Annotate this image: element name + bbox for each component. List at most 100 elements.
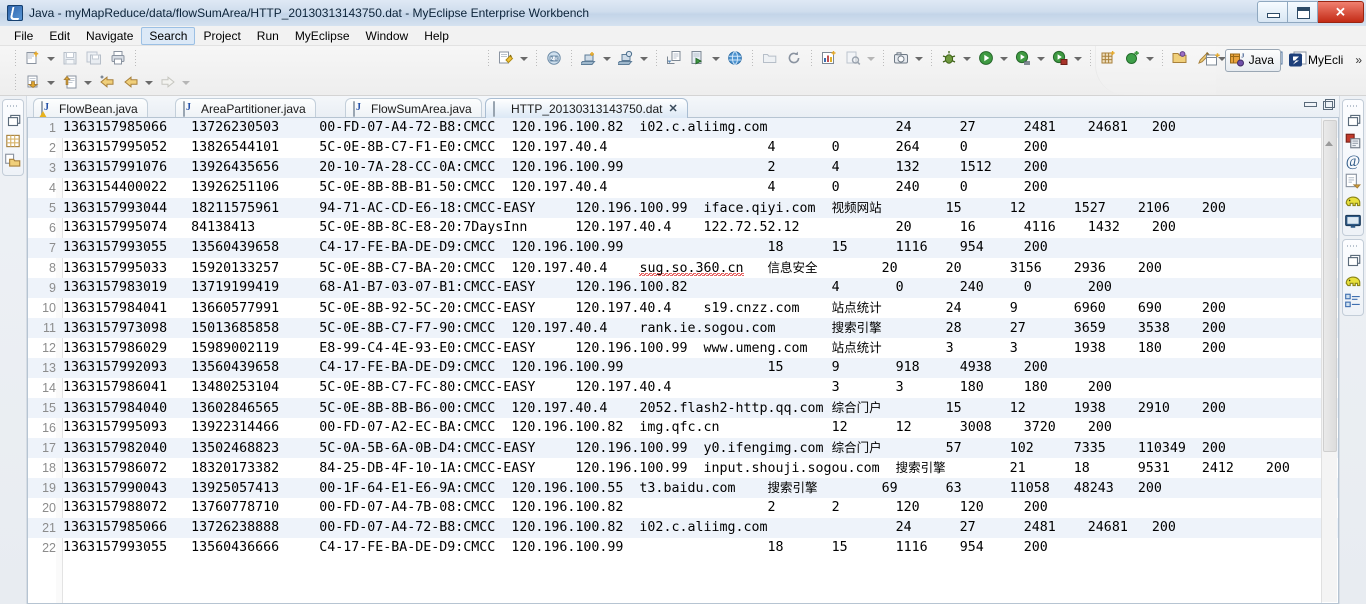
- export-run-button[interactable]: [687, 48, 709, 69]
- run-external-button[interactable]: [1049, 48, 1071, 69]
- menu-run[interactable]: Run: [249, 27, 287, 45]
- package-explorer-icon[interactable]: [4, 132, 22, 150]
- code-line[interactable]: 19 1363157990043 13925057413 00-1F-64-E1-…: [28, 478, 1338, 498]
- restore-button[interactable]: [1288, 1, 1318, 23]
- menu-file[interactable]: File: [6, 27, 41, 45]
- refresh-button[interactable]: [783, 48, 805, 69]
- editor-tab-flowsumarea[interactable]: FlowSumArea.java: [345, 98, 482, 118]
- deploy-dropdown-arrow[interactable]: [518, 48, 529, 69]
- debug-button[interactable]: [938, 48, 960, 69]
- manage-server-button[interactable]: [615, 48, 637, 69]
- code-line[interactable]: 21 1363157985066 13726238888 00-FD-07-A4-…: [28, 518, 1338, 538]
- new-class-button[interactable]: [1121, 48, 1143, 69]
- deploy-button[interactable]: [495, 48, 517, 69]
- open-folder-button[interactable]: [1169, 48, 1191, 69]
- manage-server-dropdown-arrow[interactable]: [638, 48, 649, 69]
- outline-icon[interactable]: [1344, 292, 1362, 310]
- view-group-grip[interactable]: [1347, 103, 1359, 110]
- editor-tab-areapartitioner[interactable]: AreaPartitioner.java: [175, 98, 316, 118]
- elephant-icon[interactable]: [1344, 272, 1362, 290]
- vertical-scrollbar[interactable]: [1321, 119, 1337, 602]
- back-dropdown-arrow[interactable]: [143, 72, 154, 93]
- close-button[interactable]: ✕: [1318, 1, 1364, 23]
- new-java-package-button[interactable]: [1097, 48, 1119, 69]
- code-line[interactable]: 9 1363157983019 13719199419 68-A1-B7-03-0…: [28, 278, 1338, 298]
- new-report-button[interactable]: [818, 48, 840, 69]
- code-line[interactable]: 20 1363157988072 13760778710 00-FD-07-A4-…: [28, 498, 1338, 518]
- run-dropdown-arrow[interactable]: [998, 48, 1009, 69]
- save-button[interactable]: [59, 48, 81, 69]
- new-server-dropdown-arrow[interactable]: [601, 48, 612, 69]
- export-project-button[interactable]: [59, 72, 81, 93]
- open-type-button[interactable]: [759, 48, 781, 69]
- code-line[interactable]: 10 1363157984041 13660577991 5C-0E-8B-92-…: [28, 298, 1338, 318]
- code-line[interactable]: 12 1363157986029 15989002119 E8-99-C4-4E-…: [28, 338, 1338, 358]
- menu-edit[interactable]: Edit: [41, 27, 78, 45]
- menu-window[interactable]: Window: [358, 27, 417, 45]
- import-project-button[interactable]: [22, 72, 44, 93]
- code-line[interactable]: 17 1363157982040 13502468823 5C-0A-5B-6A-…: [28, 438, 1338, 458]
- restore-view-icon[interactable]: [1344, 112, 1362, 130]
- new-server-button[interactable]: [578, 48, 600, 69]
- import-button[interactable]: [663, 48, 685, 69]
- code-line[interactable]: 15 1363157984040 13602846565 5C-0E-8B-8B-…: [28, 398, 1338, 418]
- new-class-dropdown-arrow[interactable]: [1144, 48, 1155, 69]
- db-browser-icon[interactable]: [1344, 132, 1362, 150]
- view-group-grip[interactable]: [7, 103, 19, 110]
- code-line[interactable]: 14 1363157986041 13480253104 5C-0E-8B-C7-…: [28, 378, 1338, 398]
- navigator-folder-icon[interactable]: [4, 152, 22, 170]
- menu-search[interactable]: Search: [141, 26, 196, 45]
- web-browser-button[interactable]: 2.0: [543, 48, 565, 69]
- restore-view-icon[interactable]: [1344, 252, 1362, 270]
- open-browser-button[interactable]: [724, 48, 746, 69]
- snippets-icon[interactable]: [1344, 172, 1362, 190]
- run-external-dropdown-arrow[interactable]: [1072, 48, 1083, 69]
- export-run-dropdown-arrow[interactable]: [710, 48, 721, 69]
- run-history-dropdown-arrow[interactable]: [1035, 48, 1046, 69]
- new-wizard-button[interactable]: [22, 48, 44, 69]
- debug-dropdown-arrow[interactable]: [961, 48, 972, 69]
- editor-minimize-button[interactable]: [1304, 99, 1317, 109]
- perspective-overflow-button[interactable]: »: [1355, 53, 1362, 67]
- search-button[interactable]: [842, 48, 864, 69]
- menu-myeclipse[interactable]: MyEclipse: [287, 27, 358, 45]
- code-line[interactable]: 18 1363157986072 18320173382 84-25-DB-4F-…: [28, 458, 1338, 478]
- back-history-button[interactable]: [96, 72, 118, 93]
- scrollbar-thumb[interactable]: [1323, 120, 1337, 452]
- editor-maximize-button[interactable]: [1323, 98, 1335, 110]
- code-content[interactable]: 1 1363157985066 13726230503 00-FD-07-A4-7…: [28, 118, 1338, 603]
- run-history-button[interactable]: [1012, 48, 1034, 69]
- code-line[interactable]: 6 1363157995074 84138413 5C-0E-8B-8C-E8-2…: [28, 218, 1338, 238]
- menu-help[interactable]: Help: [416, 27, 457, 45]
- print-button[interactable]: [107, 48, 129, 69]
- scroll-up-arrow-icon[interactable]: [1325, 141, 1333, 146]
- snapshot-dropdown-arrow[interactable]: [913, 48, 924, 69]
- view-group-grip[interactable]: [1347, 243, 1359, 250]
- export-project-dropdown-arrow[interactable]: [82, 72, 93, 93]
- code-line[interactable]: 11 1363157973098 15013685858 5C-0E-8B-C7-…: [28, 318, 1338, 338]
- code-line[interactable]: 5 1363157993044 18211575961 94-71-AC-CD-E…: [28, 198, 1338, 218]
- menu-navigate[interactable]: Navigate: [78, 27, 141, 45]
- search-dropdown-arrow[interactable]: [865, 48, 876, 69]
- menu-project[interactable]: Project: [195, 27, 248, 45]
- code-line[interactable]: 8 1363157995033 15920133257 5C-0E-8B-C7-B…: [28, 258, 1338, 278]
- restore-view-icon[interactable]: [4, 112, 22, 130]
- elephant-icon[interactable]: [1344, 192, 1362, 210]
- code-line[interactable]: 22 1363157993055 13560436666 C4-17-FE-BA-…: [28, 538, 1338, 558]
- code-line[interactable]: 13 1363157992093 13560439658 C4-17-FE-BA-…: [28, 358, 1338, 378]
- perspective-myeclipse[interactable]: MyEcli: [1285, 50, 1349, 71]
- forward-button[interactable]: [157, 72, 179, 93]
- code-line[interactable]: 3 1363157991076 13926435656 20-10-7A-28-C…: [28, 158, 1338, 178]
- new-wizard-dropdown-arrow[interactable]: [45, 48, 56, 69]
- save-all-button[interactable]: [83, 48, 105, 69]
- open-perspective-button[interactable]: [1202, 50, 1224, 71]
- console-monitor-icon[interactable]: [1344, 212, 1362, 230]
- run-button[interactable]: [975, 48, 997, 69]
- minimize-button[interactable]: [1257, 1, 1288, 23]
- code-line[interactable]: 7 1363157993055 13560439658 C4-17-FE-BA-D…: [28, 238, 1338, 258]
- code-line[interactable]: 4 1363154400022 13926251106 5C-0E-8B-8B-B…: [28, 178, 1338, 198]
- text-editor-pane[interactable]: 1 1363157985066 13726230503 00-FD-07-A4-7…: [27, 118, 1339, 604]
- snapshot-button[interactable]: [890, 48, 912, 69]
- back-button[interactable]: [120, 72, 142, 93]
- close-icon[interactable]: ✕: [668, 102, 677, 115]
